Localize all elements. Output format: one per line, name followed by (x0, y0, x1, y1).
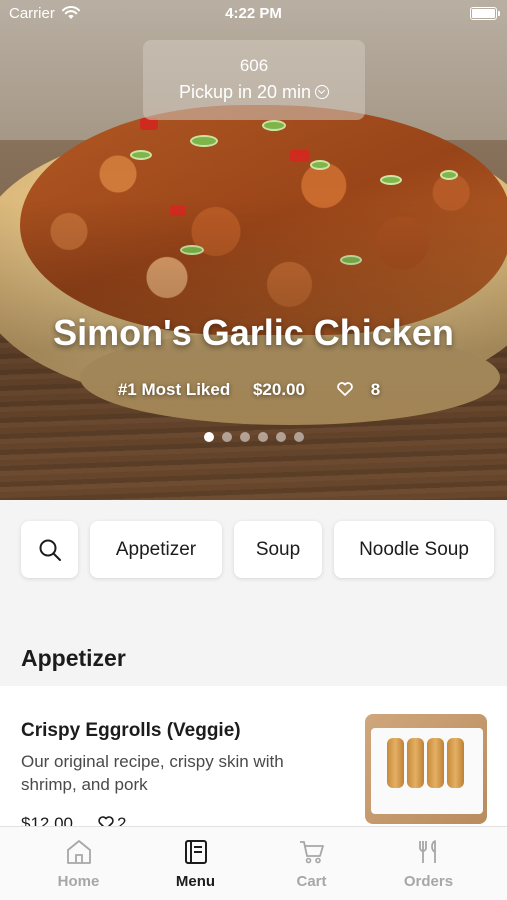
tab-menu[interactable]: Menu (137, 827, 254, 900)
carousel-dot[interactable] (221, 432, 232, 442)
tab-label: Home (57, 873, 100, 890)
clock: 4:22 PM (225, 5, 282, 22)
section-title: Appetizer (21, 645, 126, 671)
battery-tip-icon (498, 11, 500, 16)
tab-label: Menu (175, 873, 216, 890)
menu-item-card[interactable]: Crispy Eggrolls (Veggie) Our original re… (0, 686, 507, 836)
carousel-dot[interactable] (275, 432, 286, 442)
cart-icon (253, 839, 370, 867)
heart-icon (336, 382, 353, 396)
eggroll-image (427, 738, 444, 788)
pickup-selector[interactable]: 606 Pickup in 20 min (143, 40, 365, 120)
menu-book-icon (137, 839, 254, 867)
hero-meta: #1 Most Liked $20.00 8 (0, 380, 507, 400)
pickup-time: Pickup in 20 min (143, 82, 365, 103)
hero-title: Simon's Garlic Chicken (53, 312, 454, 353)
tab-orders[interactable]: Orders (370, 827, 487, 900)
category-chip-soup[interactable]: Soup (234, 521, 322, 578)
carousel-dots[interactable] (0, 429, 507, 447)
tab-bar: Home Menu Cart Orders (0, 826, 507, 900)
fork-knife-icon (370, 839, 487, 867)
tab-label: Cart (296, 873, 327, 890)
item-description: Our original recipe, crispy skin with sh… (21, 752, 284, 794)
item-photo (365, 714, 487, 824)
item-name: Crispy Eggrolls (Veggie) (21, 720, 241, 741)
carousel-dot[interactable] (239, 432, 250, 442)
search-button[interactable] (21, 521, 78, 578)
pickup-time-label: Pickup in 20 min (178, 82, 312, 102)
hero-price: $20.00 (252, 380, 305, 399)
category-bar[interactable]: Appetizer Soup Noodle Soup (0, 500, 507, 600)
tab-home[interactable]: Home (20, 827, 137, 900)
tab-cart[interactable]: Cart (253, 827, 370, 900)
carousel-dot[interactable] (293, 432, 304, 442)
chevron-down-circle-icon (315, 85, 330, 99)
category-chip-noodle-soup[interactable]: Noodle Soup (334, 521, 494, 578)
eggroll-image (447, 738, 464, 788)
hero-badge: #1 Most Liked (117, 380, 231, 399)
eggroll-image (387, 738, 404, 788)
home-icon (20, 839, 137, 867)
category-chip-appetizer[interactable]: Appetizer (90, 521, 222, 578)
eggroll-image (407, 738, 424, 788)
tab-label: Orders (403, 873, 454, 890)
store-name: 606 (239, 56, 269, 75)
carousel-dot[interactable] (257, 432, 268, 442)
hero-likes[interactable]: 8 (328, 380, 389, 399)
carousel-dot[interactable] (203, 432, 214, 442)
battery-icon (470, 7, 497, 20)
hero-likes-count: 8 (370, 380, 381, 399)
status-bar: Carrier 4:22 PM (0, 0, 507, 30)
search-icon (39, 539, 61, 561)
